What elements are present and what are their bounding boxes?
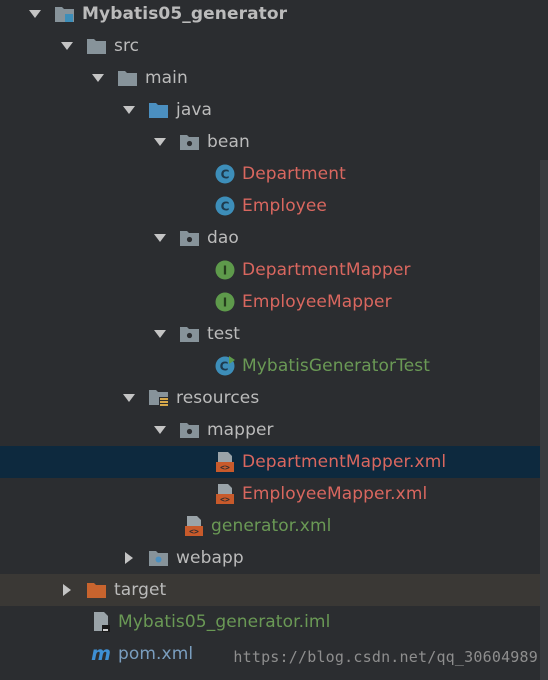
source-folder-icon: [148, 99, 170, 121]
expand-arrow-icon[interactable]: [91, 71, 105, 85]
expand-arrow-icon[interactable]: [153, 327, 167, 341]
collapsed-arrow-icon[interactable]: [60, 583, 74, 597]
tree-node-label: webapp: [176, 548, 244, 568]
tree-node-label: test: [207, 324, 241, 344]
tree-node-departmentmapper[interactable]: I DepartmentMapper: [0, 254, 548, 286]
svg-text:C: C: [221, 168, 230, 182]
folder-icon: [117, 67, 139, 89]
svg-text:C: C: [220, 360, 229, 374]
web-folder-icon: [148, 547, 170, 569]
xml-file-icon: <>: [183, 515, 205, 537]
tree-node-label: MybatisGeneratorTest: [242, 356, 430, 376]
tree-node-label: dao: [207, 228, 239, 248]
tree-node-employeemapper[interactable]: I EmployeeMapper: [0, 286, 548, 318]
tree-node-employeemapper-xml[interactable]: <> EmployeeMapper.xml: [0, 478, 548, 510]
class-icon: C: [214, 195, 236, 217]
expand-arrow-icon[interactable]: [28, 7, 42, 21]
tree-node-iml-file[interactable]: Mybatis05_generator.iml: [0, 606, 548, 638]
maven-icon: m: [90, 643, 112, 665]
tree-node-label: mapper: [207, 420, 274, 440]
watermark-url: https://blog.csdn.net/qq_30604989: [233, 648, 538, 666]
tree-node-label: EmployeeMapper.xml: [242, 484, 428, 504]
expand-arrow-icon[interactable]: [153, 135, 167, 149]
package-icon: [179, 419, 201, 441]
tree-node-department[interactable]: C Department: [0, 158, 548, 190]
tree-node-label: generator.xml: [211, 516, 332, 536]
tree-node-resources[interactable]: resources: [0, 382, 548, 414]
tree-node-mybatis05-generator[interactable]: Mybatis05_generator: [0, 0, 548, 30]
tree-node-label: src: [114, 36, 140, 56]
svg-text:C: C: [221, 200, 230, 214]
tree-node-label: DepartmentMapper.xml: [242, 452, 447, 472]
vertical-scrollbar[interactable]: [540, 160, 548, 680]
tree-node-test[interactable]: test: [0, 318, 548, 350]
tree-node-generator-xml[interactable]: <> generator.xml: [0, 510, 548, 542]
runnable-class-icon: C: [214, 355, 236, 377]
package-icon: [179, 227, 201, 249]
tree-node-mybatisgeneratortest[interactable]: C MybatisGeneratorTest: [0, 350, 548, 382]
tree-node-target[interactable]: target: [0, 574, 548, 606]
svg-text:m: m: [91, 643, 111, 665]
folder-icon: [86, 35, 108, 57]
expand-arrow-icon[interactable]: [60, 39, 74, 53]
package-icon: [179, 131, 201, 153]
tree-node-label: Department: [242, 164, 346, 184]
interface-icon: I: [214, 259, 236, 281]
tree-node-webapp[interactable]: webapp: [0, 542, 548, 574]
resources-folder-icon: [148, 387, 170, 409]
tree-node-label: EmployeeMapper: [242, 292, 392, 312]
tree-node-mapper[interactable]: mapper: [0, 414, 548, 446]
tree-node-departmentmapper-xml[interactable]: <> DepartmentMapper.xml: [0, 446, 548, 478]
expand-arrow-icon[interactable]: [122, 391, 136, 405]
tree-node-label: bean: [207, 132, 250, 152]
tree-node-label: Employee: [242, 196, 327, 216]
expand-arrow-icon[interactable]: [153, 423, 167, 437]
tree-node-label: target: [114, 580, 167, 600]
expand-arrow-icon[interactable]: [122, 103, 136, 117]
tree-node-label: pom.xml: [118, 644, 194, 664]
tree-node-bean[interactable]: bean: [0, 126, 548, 158]
tree-node-label: resources: [176, 388, 260, 408]
iml-file-icon: [90, 611, 112, 633]
tree-node-label: DepartmentMapper: [242, 260, 411, 280]
collapsed-arrow-icon[interactable]: [122, 551, 136, 565]
tree-node-src[interactable]: src: [0, 30, 548, 62]
tree-node-dao[interactable]: dao: [0, 222, 548, 254]
tree-node-label: Mybatis05_generator.iml: [118, 612, 331, 632]
tree-node-label: main: [145, 68, 188, 88]
svg-text:I: I: [223, 264, 227, 278]
svg-text:<>: <>: [220, 495, 230, 504]
expand-arrow-icon[interactable]: [153, 231, 167, 245]
xml-file-icon: <>: [214, 483, 236, 505]
tree-node-label: Mybatis05_generator: [82, 4, 288, 24]
excluded-folder-icon: [86, 579, 108, 601]
class-icon: C: [214, 163, 236, 185]
tree-node-label: java: [176, 100, 213, 120]
module-folder-icon: [54, 3, 76, 25]
svg-text:I: I: [223, 296, 227, 310]
tree-node-java[interactable]: java: [0, 94, 548, 126]
interface-icon: I: [214, 291, 236, 313]
tree-node-partial: [0, 672, 548, 680]
tree-node-employee[interactable]: C Employee: [0, 190, 548, 222]
xml-file-icon: <>: [214, 451, 236, 473]
svg-text:<>: <>: [189, 527, 199, 536]
project-tree: Mybatis05_generator src main java bean C…: [0, 0, 548, 680]
tree-node-main[interactable]: main: [0, 62, 548, 94]
package-icon: [179, 323, 201, 345]
svg-text:<>: <>: [220, 463, 230, 472]
